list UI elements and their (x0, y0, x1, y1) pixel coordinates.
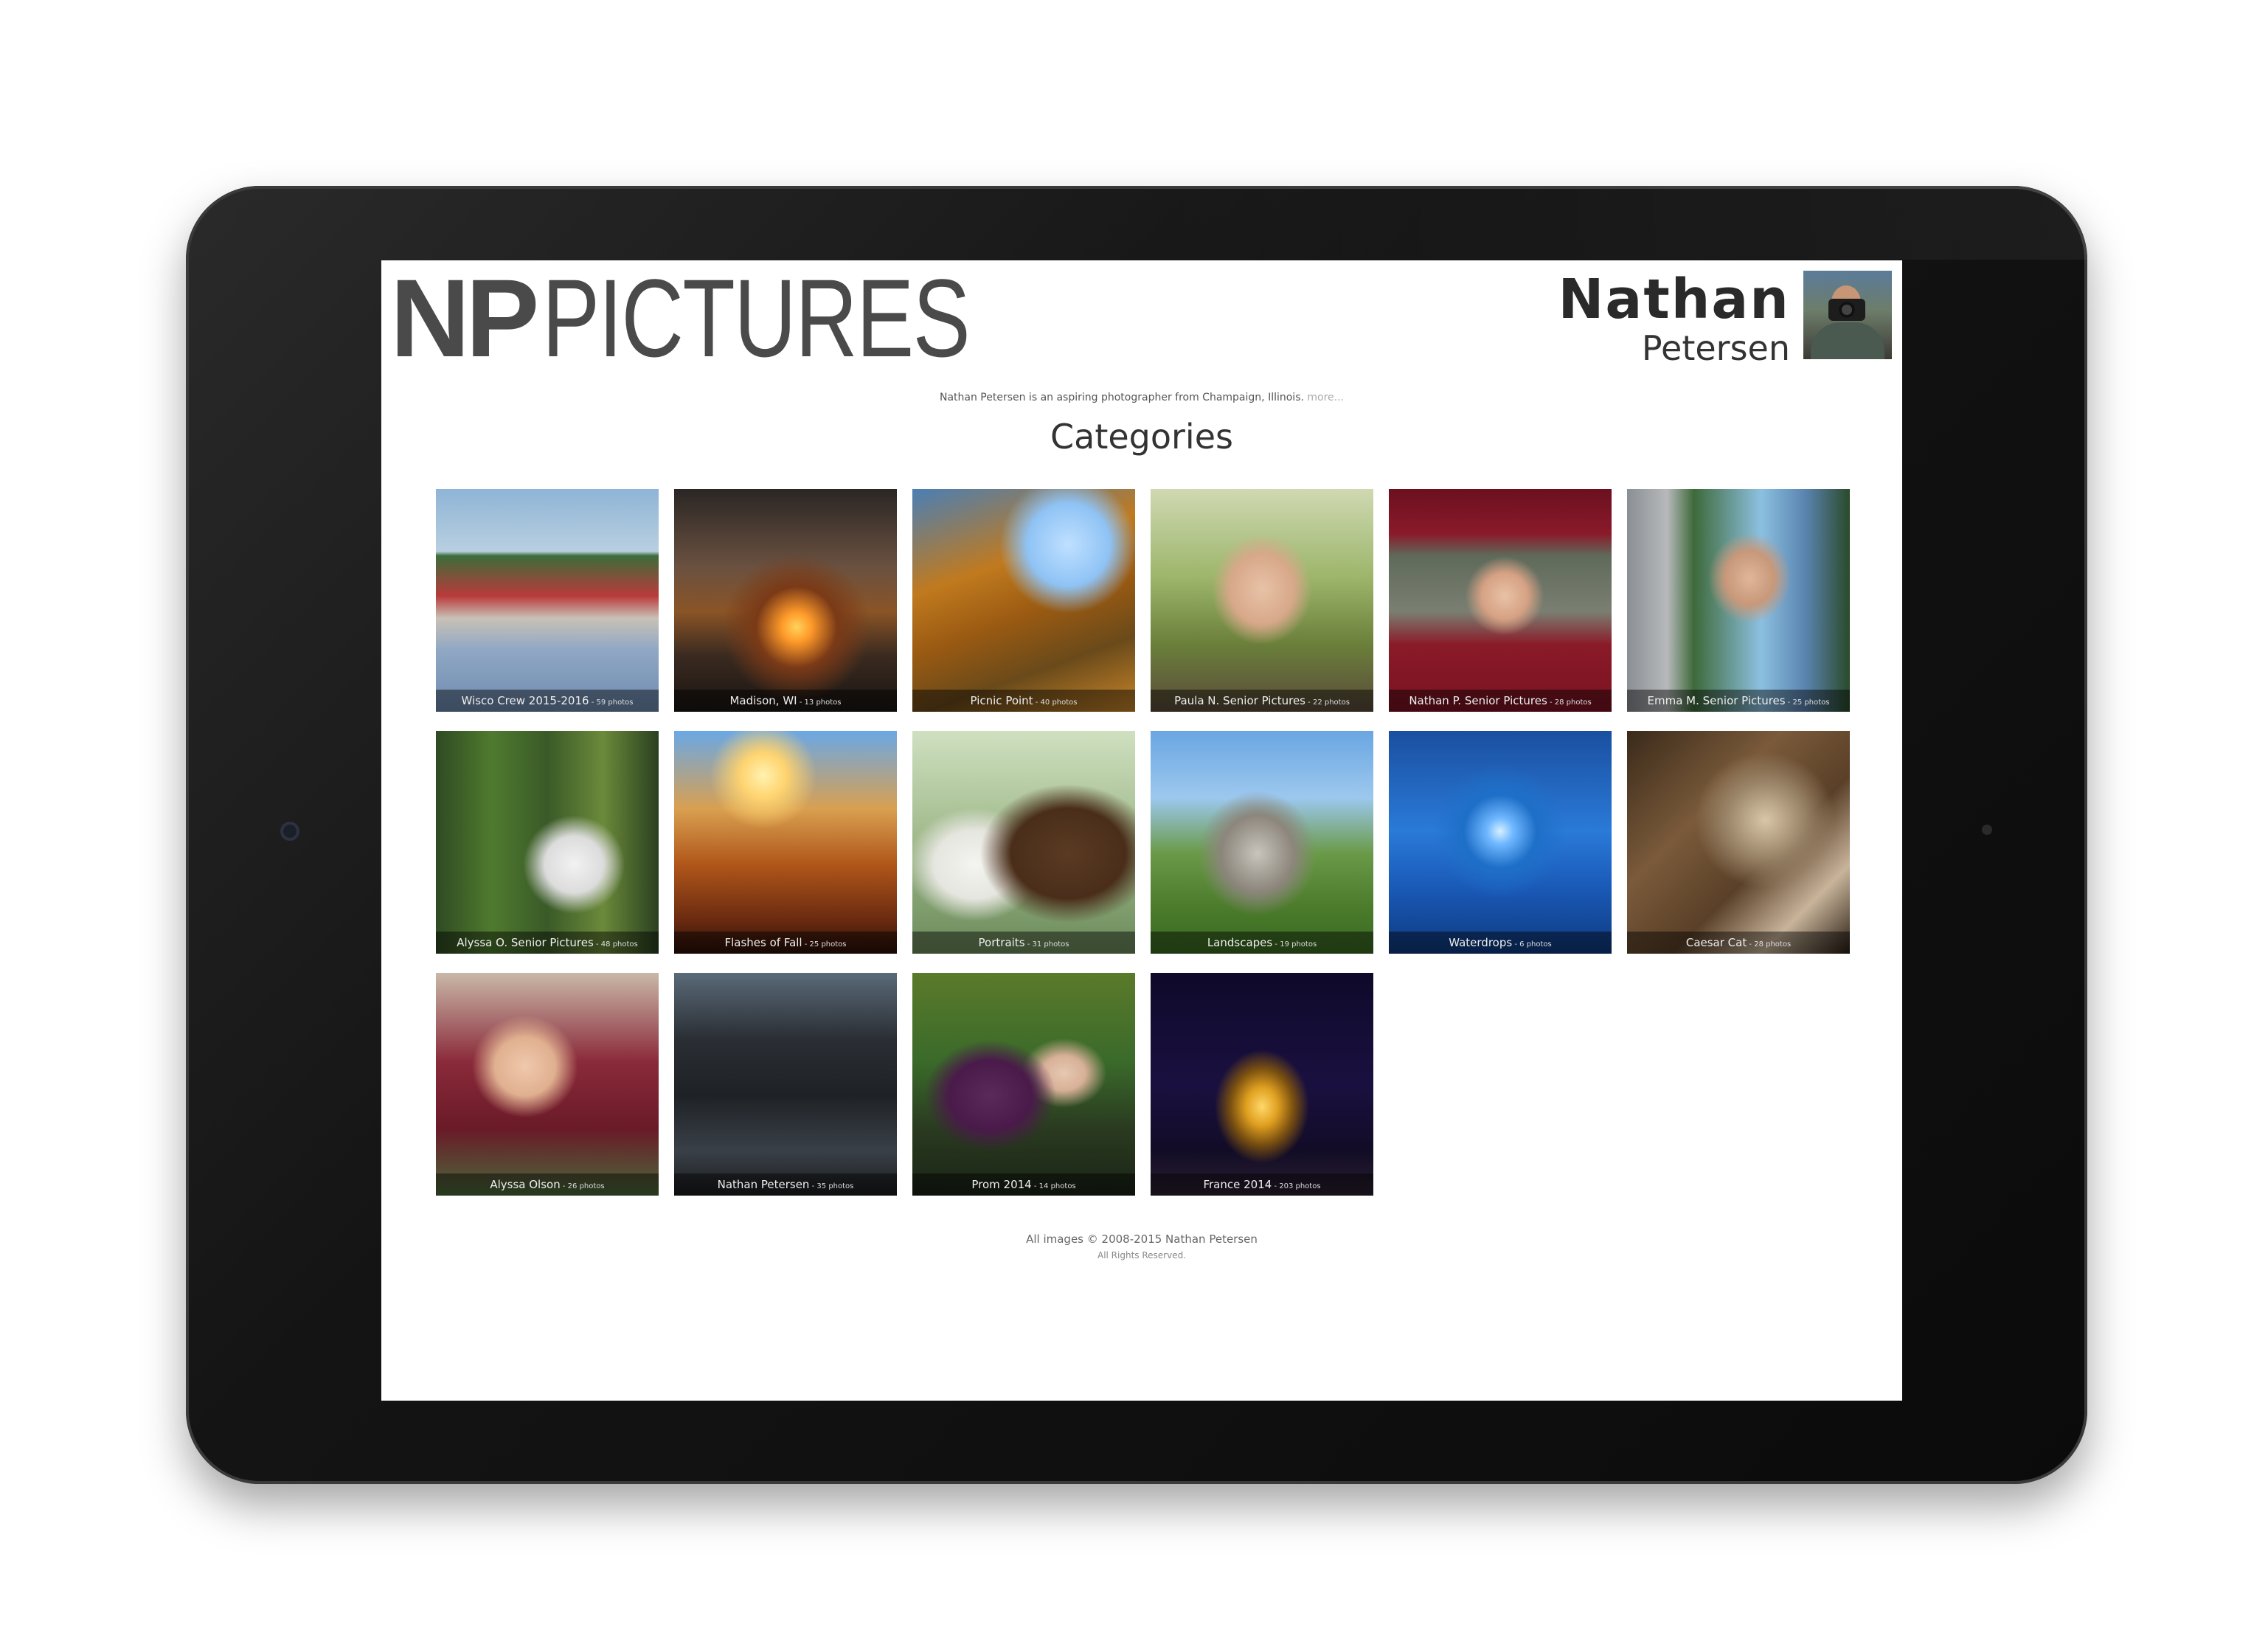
category-name: Madison, WI (729, 694, 797, 707)
category-tile[interactable]: Wisco Crew 2015-2016 - 59 photos (436, 489, 659, 712)
logo-pictures: PICTURES (542, 260, 971, 380)
category-caption: Prom 2014 - 14 photos (912, 1173, 1135, 1196)
category-count: - 26 photos (560, 1182, 605, 1190)
category-caption: Wisco Crew 2015-2016 - 59 photos (436, 690, 659, 712)
category-tile[interactable]: Nathan P. Senior Pictures - 28 photos (1389, 489, 1612, 712)
category-count: - 28 photos (1747, 940, 1792, 949)
category-name: France 2014 (1203, 1178, 1272, 1191)
category-count: - 203 photos (1272, 1182, 1321, 1190)
category-name: Prom 2014 (971, 1178, 1032, 1191)
category-name: Wisco Crew 2015-2016 (461, 694, 589, 707)
category-name: Landscapes (1207, 936, 1273, 949)
category-tile[interactable]: Alyssa Olson - 26 photos (436, 973, 659, 1196)
category-name: Alyssa Olson (490, 1178, 561, 1191)
category-count: - 31 photos (1024, 940, 1069, 949)
footer-copyright: All images © 2008-2015 Nathan Petersen (1026, 1232, 1258, 1246)
category-caption: Emma M. Senior Pictures - 25 photos (1627, 690, 1850, 712)
category-tile[interactable]: France 2014 - 203 photos (1151, 973, 1373, 1196)
footer-rights: All Rights Reserved. (1097, 1250, 1187, 1261)
category-tile[interactable]: Caesar Cat - 28 photos (1627, 731, 1850, 954)
category-thumbnail (674, 973, 897, 1196)
category-thumbnail (674, 489, 897, 712)
tablet-glare (1145, 186, 2087, 260)
author-first-name: Nathan (1558, 268, 1790, 331)
category-caption: Portraits - 31 photos (912, 932, 1135, 954)
category-caption: Caesar Cat - 28 photos (1627, 932, 1850, 954)
category-thumbnail (436, 731, 659, 954)
logo-np: NP (390, 260, 539, 380)
category-count: - 35 photos (809, 1182, 854, 1190)
page-title: Categories (1050, 417, 1233, 457)
category-caption: Flashes of Fall - 25 photos (674, 932, 897, 954)
category-tile[interactable]: Nathan Petersen - 35 photos (674, 973, 897, 1196)
avatar[interactable] (1803, 271, 1892, 359)
category-count: - 22 photos (1305, 698, 1350, 707)
avatar-torso (1811, 322, 1884, 359)
proximity-sensor-icon (1982, 825, 1992, 835)
category-thumbnail (1389, 489, 1612, 712)
intro-text: Nathan Petersen is an aspiring photograp… (939, 392, 1304, 403)
category-count: - 48 photos (593, 940, 638, 949)
category-tile[interactable]: Flashes of Fall - 25 photos (674, 731, 897, 954)
category-thumbnail (436, 489, 659, 712)
category-count: - 19 photos (1272, 940, 1317, 949)
category-count: - 59 photos (589, 698, 634, 707)
intro-line: Nathan Petersen is an aspiring photograp… (381, 392, 1902, 403)
category-caption: Nathan Petersen - 35 photos (674, 1173, 897, 1196)
category-tile[interactable]: Madison, WI - 13 photos (674, 489, 897, 712)
category-count: - 25 photos (802, 940, 847, 949)
category-caption: Waterdrops - 6 photos (1389, 932, 1612, 954)
category-thumbnail (1627, 731, 1850, 954)
site-logo[interactable]: NPPICTURES (390, 260, 1090, 380)
category-name: Portraits (978, 936, 1025, 949)
category-name: Flashes of Fall (724, 936, 802, 949)
category-name: Paula N. Senior Pictures (1174, 694, 1305, 707)
category-tile[interactable]: Alyssa O. Senior Pictures - 48 photos (436, 731, 659, 954)
category-count: - 13 photos (797, 698, 842, 707)
category-thumbnail (674, 731, 897, 954)
category-count: - 6 photos (1512, 940, 1552, 949)
category-thumbnail (1151, 973, 1373, 1196)
category-caption: Paula N. Senior Pictures - 22 photos (1151, 690, 1373, 712)
category-caption: Alyssa O. Senior Pictures - 48 photos (436, 932, 659, 954)
category-tile[interactable]: Picnic Point - 40 photos (912, 489, 1135, 712)
category-tile[interactable]: Portraits - 31 photos (912, 731, 1135, 954)
browser-screen: NPPICTURES Nathan Petersen Nathan Peters… (381, 260, 1902, 1401)
category-caption: Landscapes - 19 photos (1151, 932, 1373, 954)
lens-icon (1839, 302, 1855, 318)
category-caption: Nathan P. Senior Pictures - 28 photos (1389, 690, 1612, 712)
front-camera-icon (280, 822, 299, 841)
category-thumbnail (912, 489, 1135, 712)
category-tile[interactable]: Waterdrops - 6 photos (1389, 731, 1612, 954)
category-count: - 14 photos (1031, 1182, 1076, 1190)
category-name: Alyssa O. Senior Pictures (457, 936, 594, 949)
category-thumbnail (1389, 731, 1612, 954)
more-link[interactable]: more... (1307, 392, 1344, 403)
category-count: - 25 photos (1785, 698, 1830, 707)
category-tile[interactable]: Prom 2014 - 14 photos (912, 973, 1135, 1196)
category-thumbnail (912, 731, 1135, 954)
category-thumbnail (1151, 489, 1373, 712)
category-name: Emma M. Senior Pictures (1647, 694, 1786, 707)
category-count: - 40 photos (1033, 698, 1078, 707)
category-count: - 28 photos (1547, 698, 1592, 707)
author-last-name: Petersen (1641, 328, 1790, 368)
category-name: Picnic Point (970, 694, 1033, 707)
category-name: Waterdrops (1449, 936, 1513, 949)
category-name: Nathan Petersen (717, 1178, 810, 1191)
category-caption: Madison, WI - 13 photos (674, 690, 897, 712)
category-tile[interactable]: Emma M. Senior Pictures - 25 photos (1627, 489, 1850, 712)
category-thumbnail (1627, 489, 1850, 712)
category-caption: France 2014 - 203 photos (1151, 1173, 1373, 1196)
category-name: Nathan P. Senior Pictures (1409, 694, 1547, 707)
category-tile[interactable]: Landscapes - 19 photos (1151, 731, 1373, 954)
category-thumbnail (912, 973, 1135, 1196)
category-caption: Picnic Point - 40 photos (912, 690, 1135, 712)
category-caption: Alyssa Olson - 26 photos (436, 1173, 659, 1196)
category-thumbnail (436, 973, 659, 1196)
category-tile[interactable]: Paula N. Senior Pictures - 22 photos (1151, 489, 1373, 712)
category-thumbnail (1151, 731, 1373, 954)
category-name: Caesar Cat (1685, 936, 1747, 949)
